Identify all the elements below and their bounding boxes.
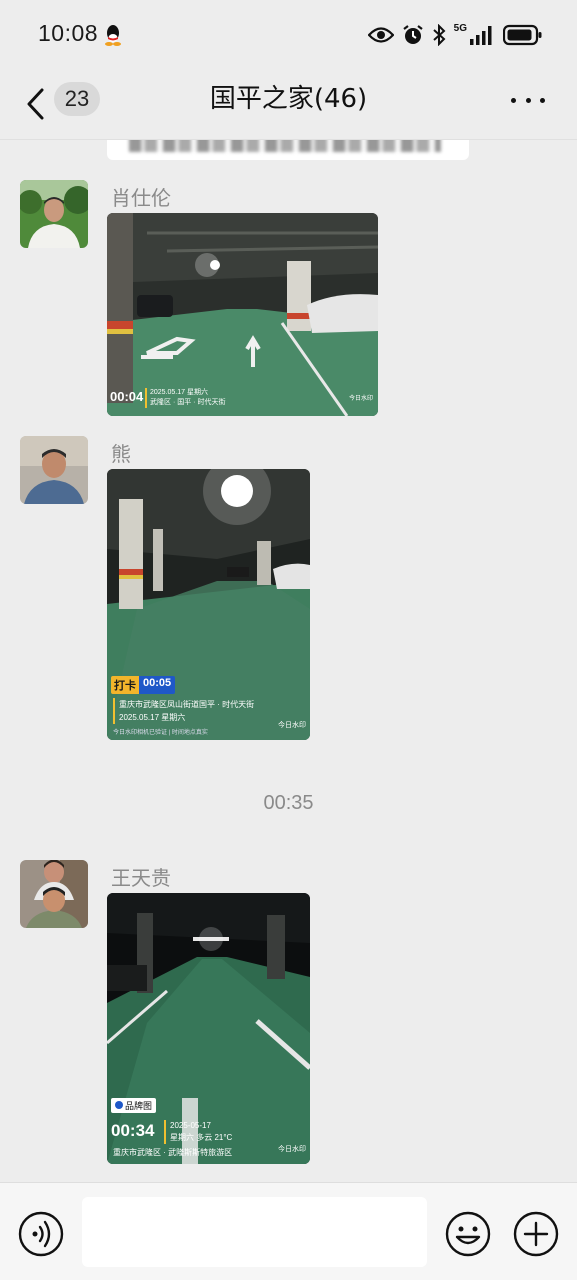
- sender-name: 肖仕伦: [111, 186, 171, 210]
- watermark-date: 2025.05.17 星期六: [119, 713, 186, 722]
- watermark-date: 2025.05.17 星期六: [150, 389, 208, 396]
- watermark-location: 重庆市武隆区凤山街道国平 · 时代天街: [119, 700, 255, 709]
- eye-icon: [367, 27, 394, 43]
- status-bar: 10:08 5G: [0, 0, 577, 70]
- plus-icon[interactable]: [513, 1211, 559, 1257]
- chat-title: 国平之家(46): [209, 84, 368, 114]
- previous-message-bubble[interactable]: [107, 140, 469, 160]
- sender-name: 王天贵: [111, 866, 171, 890]
- network-type: 5G: [453, 22, 467, 34]
- time-divider: 00:35: [263, 792, 314, 814]
- signal-icon: [470, 26, 492, 45]
- watermark-location: 武隆区 · 国平 · 时代天街: [150, 399, 226, 406]
- input-bar: [0, 1182, 577, 1280]
- avatar[interactable]: [20, 860, 88, 928]
- message-input[interactable]: [82, 1197, 427, 1267]
- alarm-icon: [402, 25, 423, 44]
- voice-icon[interactable]: [18, 1211, 64, 1257]
- watermark-location-date: 重庆市武隆区凤山街道国平 · 时代天街 2025.05.17 星期六: [113, 698, 254, 724]
- watermark-time: 00:05: [139, 676, 176, 694]
- watermark-tag: 品牌图: [125, 1101, 153, 1111]
- watermark-date-weather: 2025-05-17 星期六 多云 21°C: [164, 1120, 232, 1144]
- watermark-weather: 星期六 多云 21°C: [170, 1133, 233, 1142]
- emoji-icon[interactable]: [445, 1211, 491, 1257]
- qq-icon: [105, 25, 121, 46]
- watermark-tag: 打卡: [111, 676, 139, 694]
- watermark-verify: 今日水印相机已验证 | 时间地点真实: [113, 730, 208, 736]
- avatar[interactable]: [20, 436, 88, 504]
- watermark-time: 00:04: [110, 389, 144, 404]
- watermark-brand: 今日水印: [278, 722, 306, 729]
- watermark-brand: 今日水印: [348, 396, 373, 402]
- message-list[interactable]: 肖仕伦 00:04 2025.05.17 星期六 武隆区 · 国平 · 时代天街…: [0, 140, 577, 1182]
- status-time: 10:08: [38, 20, 99, 46]
- battery-icon: [503, 24, 542, 46]
- bluetooth-icon: [432, 24, 446, 46]
- watermark-checkin: 打卡 00:05: [111, 676, 176, 694]
- sender-name: 熊: [111, 442, 131, 466]
- watermark-date-location: 2025.05.17 星期六 武隆区 · 国平 · 时代天街: [145, 388, 225, 408]
- watermark-time: 00:34: [111, 1121, 155, 1140]
- chat-header: 23 国平之家(46): [0, 70, 577, 140]
- more-icon[interactable]: [511, 94, 545, 106]
- watermark-location: 重庆市武隆区 · 武隆斯斯特旅游区: [113, 1148, 233, 1157]
- image-message[interactable]: 打卡 00:05 重庆市武隆区凤山街道国平 · 时代天街 2025.05.17 …: [107, 469, 310, 740]
- avatar[interactable]: [20, 180, 88, 248]
- watermark-brand: 今日水印: [278, 1146, 306, 1153]
- watermark-tag-box: 品牌图: [111, 1098, 157, 1113]
- image-message[interactable]: 00:04 2025.05.17 星期六 武隆区 · 国平 · 时代天街 今日水…: [107, 213, 378, 416]
- image-message[interactable]: 品牌图 00:34 2025-05-17 星期六 多云 21°C 重庆市武隆区 …: [107, 893, 310, 1164]
- watermark-date: 2025-05-17: [170, 1121, 211, 1130]
